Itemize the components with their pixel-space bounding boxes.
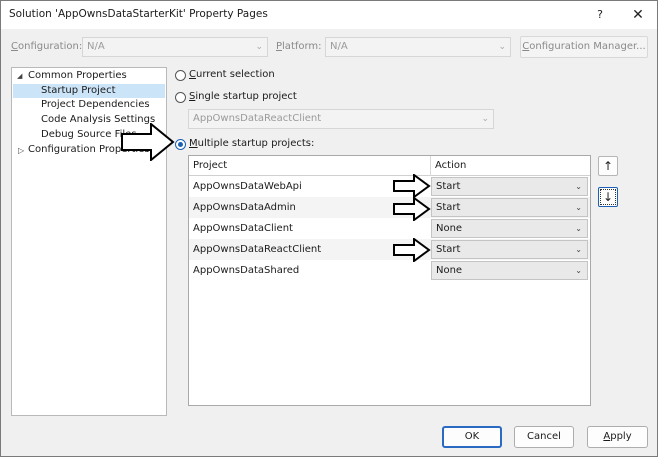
tree-item-label: Startup Project xyxy=(41,85,116,96)
ok-button[interactable]: OK xyxy=(442,426,502,448)
action-value: Start xyxy=(436,244,461,255)
current-selection-label: Current selection xyxy=(189,69,275,80)
tree-item-startup-project[interactable]: Startup Project xyxy=(13,84,165,98)
action-select[interactable]: Start ⌄ xyxy=(431,177,588,196)
chevron-down-icon: ⌄ xyxy=(575,203,582,212)
close-button[interactable]: ✕ xyxy=(627,5,649,25)
platform-label: Platform: xyxy=(276,41,322,52)
project-name: AppOwnsDataClient xyxy=(193,223,293,234)
move-up-button[interactable]: ↑ xyxy=(598,156,618,176)
startup-projects-grid: Project Action AppOwnsDataWebApi Start ⌄… xyxy=(188,155,591,406)
action-value: None xyxy=(436,223,463,234)
chevron-down-icon: ⌄ xyxy=(575,182,582,191)
single-startup-radio[interactable] xyxy=(175,92,186,103)
multiple-startup-label: Multiple startup projects: xyxy=(189,138,315,149)
outlined-arrow-icon xyxy=(393,238,431,262)
move-down-button[interactable]: ↓ xyxy=(598,187,618,207)
grid-header: Project Action xyxy=(189,156,590,176)
property-tree: ◢ Common Properties Startup Project Proj… xyxy=(11,67,167,416)
property-pages-dialog: Solution 'AppOwnsDataStarterKit' Propert… xyxy=(0,0,658,457)
platform-value: N/A xyxy=(330,41,348,52)
arrow-down-icon: ↓ xyxy=(602,190,614,204)
chevron-down-icon: ⌄ xyxy=(575,224,582,233)
chevron-down-icon: ⌄ xyxy=(255,42,263,52)
outlined-arrow-icon xyxy=(393,197,431,221)
project-name: AppOwnsDataWebApi xyxy=(193,181,302,192)
single-startup-combo[interactable]: AppOwnsDataReactClient ⌄ xyxy=(188,109,494,129)
chevron-down-icon: ⌄ xyxy=(498,42,506,52)
project-name: AppOwnsDataShared xyxy=(193,265,300,276)
arrow-up-icon: ↑ xyxy=(602,159,614,173)
apply-button[interactable]: Apply xyxy=(587,426,648,448)
action-select[interactable]: Start ⌄ xyxy=(431,198,588,217)
column-header-project[interactable]: Project xyxy=(189,156,227,176)
action-value: Start xyxy=(436,181,461,192)
title-bar: Solution 'AppOwnsDataStarterKit' Propert… xyxy=(1,1,657,29)
help-button[interactable]: ? xyxy=(589,5,611,25)
configuration-combo[interactable]: N/A ⌄ xyxy=(82,37,268,57)
action-select[interactable]: None ⌄ xyxy=(431,261,588,280)
action-value: None xyxy=(436,265,463,276)
action-select[interactable]: None ⌄ xyxy=(431,219,588,238)
platform-combo[interactable]: N/A ⌄ xyxy=(325,37,511,57)
table-row[interactable]: AppOwnsDataClient None ⌄ xyxy=(189,218,590,239)
chevron-down-icon: ⌄ xyxy=(575,245,582,254)
configuration-manager-button[interactable]: Configuration Manager... xyxy=(520,36,648,58)
expanded-triangle-icon[interactable]: ◢ xyxy=(17,72,22,80)
chevron-down-icon: ⌄ xyxy=(575,266,582,275)
cancel-button[interactable]: Cancel xyxy=(514,426,574,448)
collapsed-triangle-icon[interactable]: ▷ xyxy=(18,146,24,155)
chevron-down-icon: ⌄ xyxy=(481,114,489,124)
action-value: Start xyxy=(436,202,461,213)
multiple-startup-radio[interactable] xyxy=(175,139,186,150)
configuration-label: Configuration: xyxy=(11,41,83,52)
single-startup-value: AppOwnsDataReactClient xyxy=(193,113,322,124)
tree-node-common-properties[interactable]: Common Properties xyxy=(28,69,127,83)
configuration-value: N/A xyxy=(87,41,105,52)
single-startup-label: Single startup project xyxy=(189,91,297,102)
table-row[interactable]: AppOwnsDataWebApi Start ⌄ xyxy=(189,176,590,197)
table-row[interactable]: AppOwnsDataReactClient Start ⌄ xyxy=(189,239,590,260)
action-select[interactable]: Start ⌄ xyxy=(431,240,588,259)
table-row[interactable]: AppOwnsDataAdmin Start ⌄ xyxy=(189,197,590,218)
project-name: AppOwnsDataAdmin xyxy=(193,202,296,213)
window-title: Solution 'AppOwnsDataStarterKit' Propert… xyxy=(9,8,268,20)
tree-item-project-dependencies[interactable]: Project Dependencies xyxy=(41,98,150,112)
project-name: AppOwnsDataReactClient xyxy=(193,244,322,255)
outlined-arrow-icon xyxy=(393,174,431,198)
outlined-arrow-icon xyxy=(121,123,175,161)
column-header-action[interactable]: Action xyxy=(431,156,466,176)
table-row[interactable]: AppOwnsDataShared None ⌄ xyxy=(189,260,590,281)
current-selection-radio[interactable] xyxy=(175,70,186,81)
